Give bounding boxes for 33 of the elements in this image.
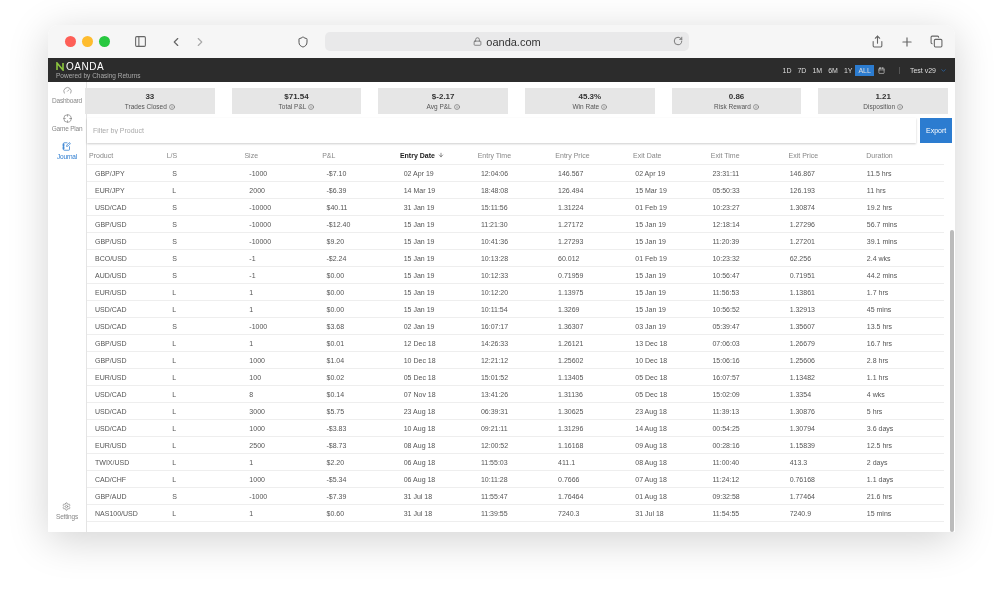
- close-button[interactable]: [65, 36, 76, 47]
- stat-value: 0.86: [728, 92, 745, 101]
- zoom-button[interactable]: [99, 36, 110, 47]
- app-logo: OANDA: [56, 61, 141, 72]
- minimize-button[interactable]: [82, 36, 93, 47]
- tabs-icon[interactable]: [930, 35, 943, 48]
- stat-value: $71.54: [284, 92, 309, 101]
- sidebar-icon[interactable]: [134, 35, 147, 48]
- info-icon[interactable]: [453, 103, 460, 110]
- stat-value: 45.3%: [578, 92, 602, 101]
- info-icon[interactable]: [601, 103, 608, 110]
- info-icon[interactable]: [168, 103, 175, 110]
- reload-icon[interactable]: [673, 36, 683, 46]
- sort-arrow-icon: [437, 152, 444, 158]
- new-tab-icon[interactable]: [900, 34, 914, 49]
- stat-value: $-2.17: [431, 92, 455, 101]
- settings-icon: [62, 502, 72, 511]
- calendar-icon[interactable]: [877, 66, 885, 74]
- logo-mark-icon: [56, 62, 64, 71]
- stat-value: 33: [145, 92, 155, 101]
- info-icon[interactable]: [752, 103, 759, 110]
- lock-icon: [473, 37, 483, 46]
- shield-icon[interactable]: [297, 35, 309, 48]
- notebook-pen-icon: [62, 142, 72, 151]
- address-bar[interactable]: oanda.com: [325, 32, 689, 51]
- info-icon[interactable]: [308, 103, 315, 110]
- gauge-icon: [62, 86, 72, 95]
- url-text: oanda.com: [486, 35, 541, 48]
- info-icon[interactable]: [897, 103, 904, 110]
- crosshair-icon: [62, 114, 72, 123]
- share-icon[interactable]: [871, 35, 884, 48]
- caret-icon[interactable]: [940, 66, 947, 74]
- stat-value: 1.21: [875, 92, 891, 101]
